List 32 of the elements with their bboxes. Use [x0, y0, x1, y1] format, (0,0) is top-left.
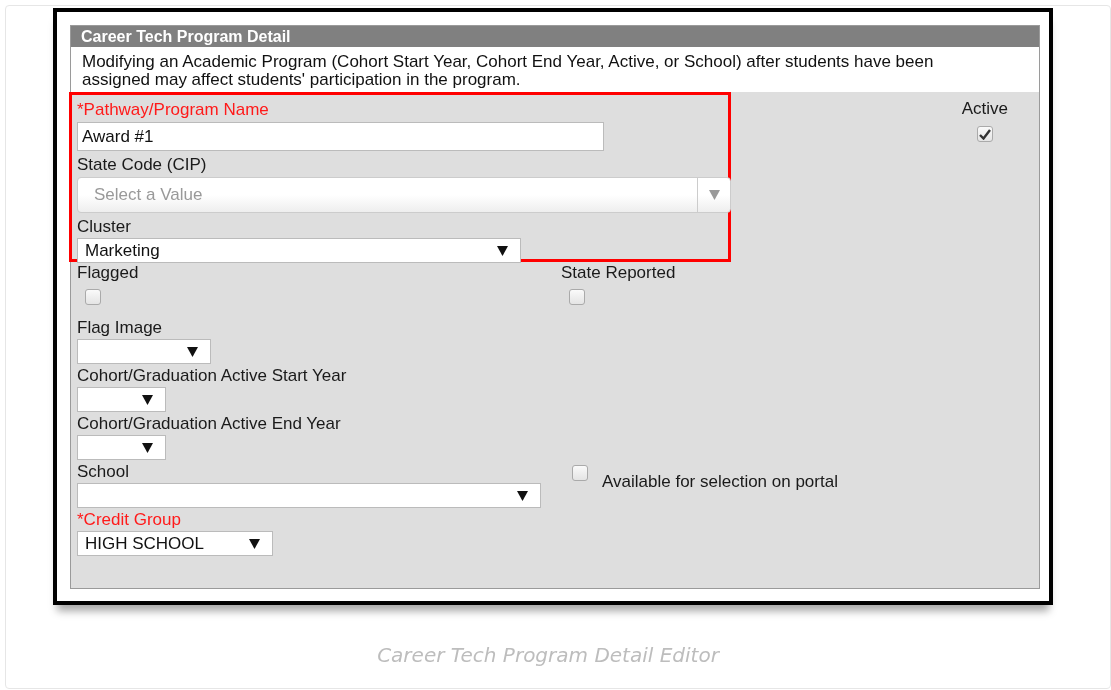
caret-icon [249, 538, 260, 549]
caret-icon [517, 490, 528, 501]
field-label: State Reported [561, 263, 677, 283]
dropdown[interactable] [77, 435, 166, 460]
field-label: Flag Image [77, 318, 164, 338]
panel-title: Career Tech Program Detail [71, 26, 1039, 47]
dropdown[interactable] [77, 387, 166, 412]
dropdown[interactable]: Marketing [77, 238, 521, 263]
checkbox[interactable] [85, 289, 101, 305]
field-label: Flagged [77, 263, 140, 283]
field-label: State Code (CIP) [77, 155, 208, 175]
caret-icon [142, 442, 153, 453]
checkbox[interactable] [569, 289, 585, 305]
field-label: Active [961, 99, 1008, 119]
notice-text: Modifying an Academic Program (Cohort Start Year, Cohort End Year, Active, or School) after students have been assigned may affect students' participation in the program. [71, 47, 1039, 92]
field-label: *Pathway/Program Name [77, 100, 270, 120]
checkbox[interactable] [572, 465, 588, 481]
figure-caption: Career Tech Program Detail Editor [376, 643, 721, 667]
check-icon [978, 128, 991, 140]
checkbox[interactable] [976, 126, 993, 142]
field-label: Cohort/Graduation Active Start Year [77, 366, 348, 386]
dropdown[interactable]: HIGH SCHOOL [77, 531, 273, 556]
caret-icon [708, 190, 720, 200]
name-input[interactable]: Award #1 [77, 122, 604, 151]
field-label: *Credit Group [77, 510, 182, 530]
caret-icon [187, 346, 198, 357]
field-label: School [77, 462, 130, 482]
caret-icon [497, 245, 508, 256]
field-label: Cluster [77, 217, 132, 237]
field-label: Cohort/Graduation Active End Year [77, 414, 342, 434]
checkbox-label: Available for selection on portal [602, 472, 838, 492]
caret-icon [142, 394, 153, 405]
